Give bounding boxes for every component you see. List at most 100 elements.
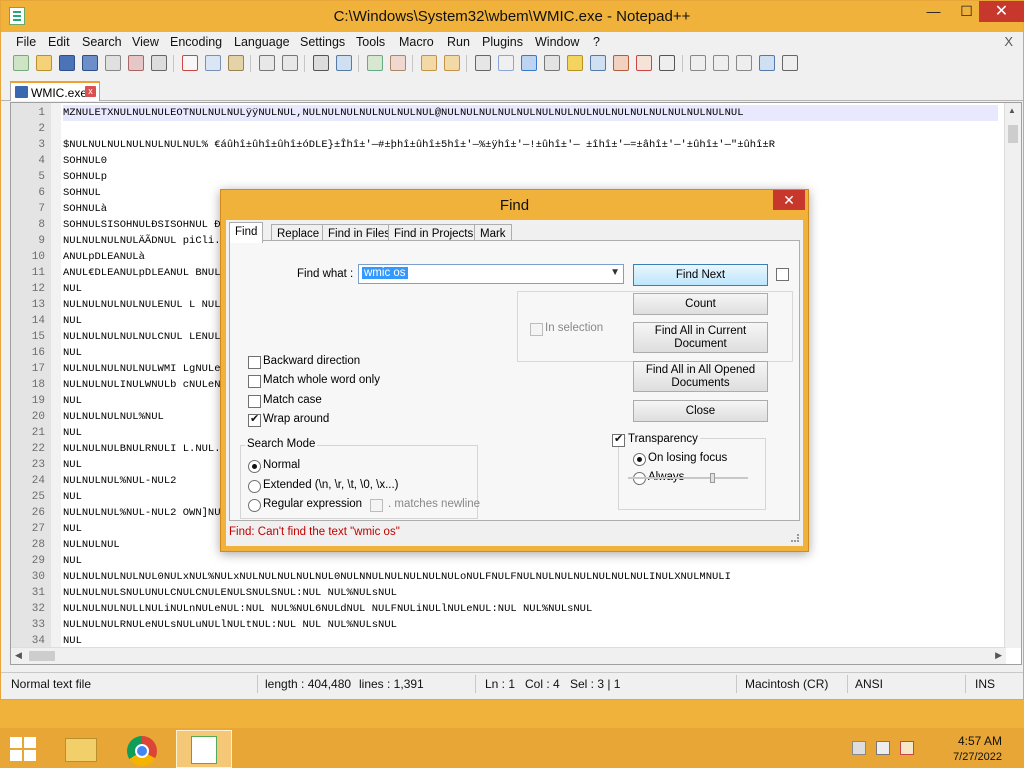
zoom-out-icon[interactable] bbox=[390, 55, 406, 71]
find-what-value[interactable]: wmic os bbox=[362, 267, 408, 279]
menu-edit[interactable]: Edit bbox=[48, 35, 70, 49]
code-line[interactable]: NULNULNULNULLNULiNULnNULeNUL:NUL NUL%NUL… bbox=[63, 601, 998, 617]
doc-map-icon[interactable] bbox=[567, 55, 583, 71]
transparency-slider-thumb[interactable] bbox=[710, 473, 715, 483]
vertical-scrollbar[interactable]: ▲ bbox=[1004, 103, 1021, 648]
save-all-icon[interactable] bbox=[82, 55, 98, 71]
copy-icon[interactable] bbox=[205, 55, 221, 71]
windows-start-icon[interactable] bbox=[10, 737, 38, 761]
horizontal-scroll-thumb[interactable] bbox=[29, 651, 55, 661]
code-line[interactable]: $NULNULNULNULNULNULNUL% €áûhî±ûhî±ûhî±óD… bbox=[63, 137, 998, 153]
clock-date[interactable]: 7/27/2022 bbox=[953, 751, 1002, 763]
tab-wmic-exe[interactable]: WMIC.exe x bbox=[10, 81, 100, 101]
horizontal-scrollbar[interactable]: ◀ ▶ bbox=[11, 647, 1006, 664]
code-line[interactable]: NUL bbox=[63, 553, 998, 569]
match-case-checkbox[interactable] bbox=[248, 395, 261, 408]
menu-plugins[interactable]: Plugins bbox=[482, 35, 523, 49]
code-line[interactable]: SOHNULp bbox=[63, 169, 998, 185]
replace-icon[interactable] bbox=[336, 55, 352, 71]
new-file-icon[interactable] bbox=[13, 55, 29, 71]
find-all-current-button[interactable]: Find All in Current Document bbox=[633, 322, 768, 353]
function-list-icon[interactable] bbox=[590, 55, 606, 71]
clock-time[interactable]: 4:57 AM bbox=[958, 734, 1002, 748]
zoom-in-icon[interactable] bbox=[367, 55, 383, 71]
stop-macro-icon[interactable] bbox=[713, 55, 729, 71]
user-language-icon[interactable] bbox=[544, 55, 560, 71]
minimize-button[interactable]: — bbox=[917, 1, 950, 22]
find-next-option-checkbox[interactable] bbox=[776, 268, 789, 281]
taskbar-file-explorer[interactable] bbox=[53, 730, 109, 768]
wrap-around-checkbox[interactable] bbox=[248, 412, 261, 427]
word-wrap-icon[interactable] bbox=[475, 55, 491, 71]
cut-icon[interactable] bbox=[182, 55, 198, 71]
count-button[interactable]: Count bbox=[633, 293, 768, 315]
menu-macro[interactable]: Macro bbox=[399, 35, 434, 49]
find-what-combobox[interactable]: wmic os ▼ bbox=[358, 264, 624, 284]
code-line[interactable]: MZNULETXNULNULNULEOTNULNULNULÿÿNULNUL,NU… bbox=[63, 105, 998, 121]
close-button[interactable]: Close bbox=[633, 400, 768, 422]
chevron-down-icon[interactable]: ▼ bbox=[610, 267, 620, 278]
taskbar-notepadpp[interactable] bbox=[176, 730, 232, 768]
code-line[interactable]: SOHNUL0 bbox=[63, 153, 998, 169]
close-window-button[interactable]: ✕ bbox=[979, 1, 1024, 22]
open-file-icon[interactable] bbox=[36, 55, 52, 71]
action-center-icon[interactable] bbox=[900, 741, 914, 755]
folder-workspace-icon[interactable] bbox=[613, 55, 629, 71]
record-macro-icon[interactable] bbox=[690, 55, 706, 71]
menu-tools[interactable]: Tools bbox=[356, 35, 385, 49]
normal-radio[interactable] bbox=[248, 460, 261, 473]
transparency-slider[interactable] bbox=[628, 473, 748, 483]
find-all-opened-button[interactable]: Find All in All Opened Documents bbox=[633, 361, 768, 392]
taskbar-chrome[interactable] bbox=[114, 730, 170, 768]
show-all-chars-icon[interactable] bbox=[498, 55, 514, 71]
tab-close-icon[interactable]: x bbox=[85, 86, 96, 97]
network-icon[interactable] bbox=[876, 741, 890, 755]
undo-icon[interactable] bbox=[259, 55, 275, 71]
match-whole-word-checkbox[interactable] bbox=[248, 375, 261, 388]
find-next-button[interactable]: Find Next bbox=[633, 264, 768, 286]
play-macro-icon[interactable] bbox=[736, 55, 752, 71]
run-macro-multiple-icon[interactable] bbox=[759, 55, 775, 71]
indent-guide-icon[interactable] bbox=[521, 55, 537, 71]
find-dialog-close-button[interactable]: ✕ bbox=[773, 190, 805, 210]
save-icon[interactable] bbox=[59, 55, 75, 71]
speaker-muted-icon[interactable] bbox=[852, 741, 866, 755]
code-line[interactable]: NULNULNULSNULUNULCNULCNULENULSNULSNUL:NU… bbox=[63, 585, 998, 601]
menu-help[interactable]: ? bbox=[593, 35, 600, 49]
extended-radio[interactable] bbox=[248, 480, 261, 493]
in-selection-checkbox[interactable] bbox=[530, 323, 543, 336]
matches-newline-checkbox[interactable] bbox=[370, 499, 383, 512]
regex-radio[interactable] bbox=[248, 499, 261, 512]
on-losing-focus-radio[interactable] bbox=[633, 453, 646, 466]
code-line[interactable]: NULNULNULRNULeNULsNULuNULlNULtNUL:NUL NU… bbox=[63, 617, 998, 633]
scroll-right-icon[interactable]: ▶ bbox=[995, 650, 1002, 661]
print-icon[interactable] bbox=[151, 55, 167, 71]
save-macro-icon[interactable] bbox=[782, 55, 798, 71]
vertical-scroll-thumb[interactable] bbox=[1008, 125, 1018, 143]
close-file-icon[interactable] bbox=[105, 55, 121, 71]
menu-run[interactable]: Run bbox=[447, 35, 470, 49]
find-icon[interactable] bbox=[313, 55, 329, 71]
menu-encoding[interactable]: Encoding bbox=[170, 35, 222, 49]
backward-direction-checkbox[interactable] bbox=[248, 356, 261, 369]
menu-language[interactable]: Language bbox=[234, 35, 290, 49]
close-all-icon[interactable] bbox=[128, 55, 144, 71]
code-line[interactable]: NULNULNULNULNUL0NULxNUL%NULxNULNULNULNUL… bbox=[63, 569, 998, 585]
menu-window[interactable]: Window bbox=[535, 35, 579, 49]
sync-vertical-icon[interactable] bbox=[421, 55, 437, 71]
sync-horizontal-icon[interactable] bbox=[444, 55, 460, 71]
tab-find[interactable]: Find bbox=[229, 222, 264, 243]
scroll-left-icon[interactable]: ◀ bbox=[15, 650, 22, 661]
code-line[interactable] bbox=[63, 121, 998, 137]
paste-icon[interactable] bbox=[228, 55, 244, 71]
eye-icon[interactable] bbox=[659, 55, 675, 71]
transparency-checkbox[interactable] bbox=[612, 432, 625, 447]
monitoring-icon[interactable] bbox=[636, 55, 652, 71]
resize-grip[interactable] bbox=[791, 534, 799, 542]
menu-view[interactable]: View bbox=[132, 35, 159, 49]
scroll-up-icon[interactable]: ▲ bbox=[1008, 106, 1016, 115]
title-bar[interactable]: C:\Windows\System32\wbem\WMIC.exe - Note… bbox=[1, 1, 1024, 32]
menu-settings[interactable]: Settings bbox=[300, 35, 345, 49]
redo-icon[interactable] bbox=[282, 55, 298, 71]
menu-search[interactable]: Search bbox=[82, 35, 122, 49]
